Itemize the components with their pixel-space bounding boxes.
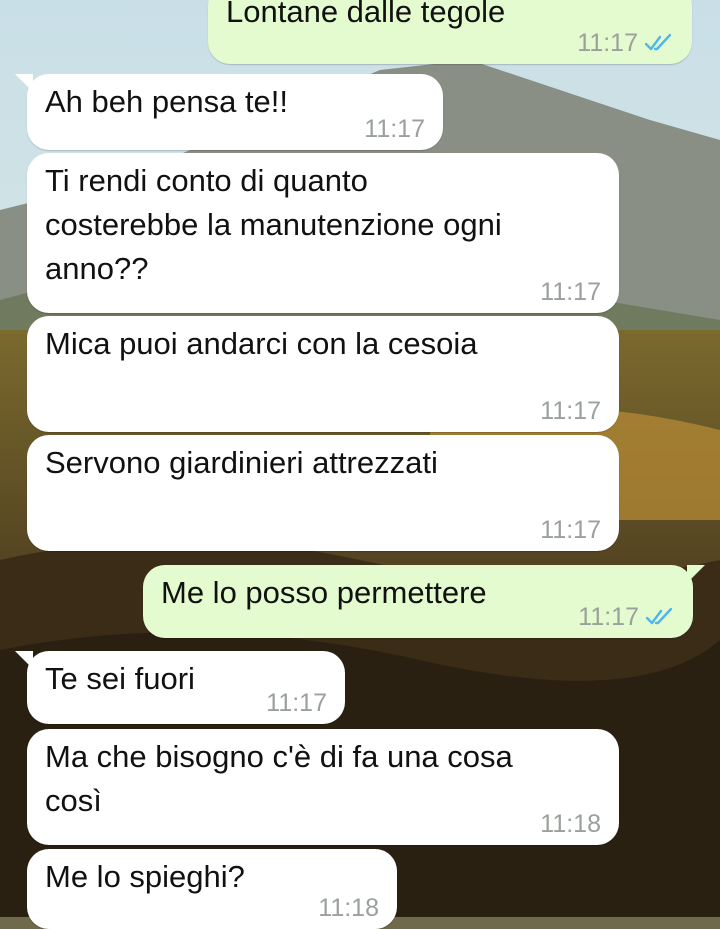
message-time: 11:17 <box>540 397 601 425</box>
message-text: Mica puoi andarci con la cesoia <box>45 326 478 361</box>
message-text: Ma che bisogno c'è di fa una cosa così <box>45 739 513 818</box>
bubble-tail <box>687 565 705 583</box>
incoming-message[interactable]: Ah beh pensa te!! 11:17 <box>15 74 443 150</box>
incoming-message[interactable]: Servono giardinieri attrezzati 11:17 <box>27 435 619 551</box>
chat-conversation: Lontane dalle tegole 11:17 Ah beh pensa te… <box>0 0 720 929</box>
message-text: Ti rendi conto di quanto costerebbe la m… <box>45 163 502 286</box>
outgoing-message[interactable]: Me lo posso permettere 11:17 <box>143 565 705 638</box>
outgoing-message[interactable]: Lontane dalle tegole 11:17 <box>208 0 692 64</box>
message-time: 11:17 <box>540 278 601 306</box>
message-meta: 11:17 <box>578 602 675 632</box>
incoming-message[interactable]: Te sei fuori 11:17 <box>15 651 345 724</box>
message-time: 11:18 <box>540 810 601 838</box>
message-time: 11:17 <box>364 115 425 143</box>
incoming-message[interactable]: Ma che bisogno c'è di fa una cosa così 11… <box>27 729 619 845</box>
double-check-icon <box>644 33 672 51</box>
message-meta: 11:17 <box>266 688 327 718</box>
double-check-icon <box>645 607 673 625</box>
incoming-message[interactable]: Mica puoi andarci con la cesoia 11:17 <box>27 316 619 432</box>
message-meta: 11:17 <box>540 277 601 307</box>
bubble-tail <box>15 74 33 92</box>
message-time: 11:18 <box>318 894 379 922</box>
message-meta: 11:18 <box>540 809 601 839</box>
message-time: 11:17 <box>540 516 601 544</box>
message-time: 11:17 <box>578 603 639 631</box>
message-meta: 11:17 <box>540 515 601 545</box>
incoming-message[interactable]: Me lo spieghi? 11:18 <box>27 849 397 929</box>
message-meta: 11:17 <box>540 396 601 426</box>
message-time: 11:17 <box>577 29 638 57</box>
message-text: Servono giardinieri attrezzati <box>45 445 438 480</box>
bubble-tail <box>15 651 33 669</box>
message-time: 11:17 <box>266 689 327 717</box>
message-meta: 11:17 <box>364 114 425 144</box>
message-meta: 11:17 <box>577 28 674 58</box>
incoming-message[interactable]: Ti rendi conto di quanto costerebbe la m… <box>27 153 619 313</box>
message-meta: 11:18 <box>318 893 379 923</box>
